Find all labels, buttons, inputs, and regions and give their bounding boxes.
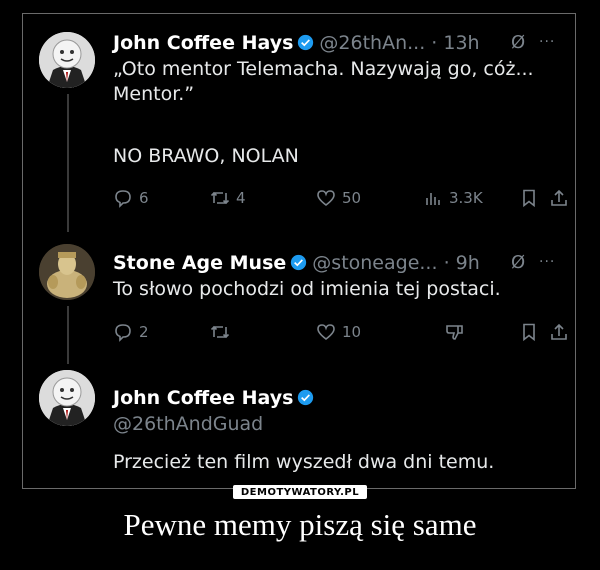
retweet-count: 4 xyxy=(236,189,246,207)
more-options-icon[interactable]: ··· xyxy=(539,34,555,50)
share-button[interactable] xyxy=(549,188,569,212)
reply-button[interactable]: 2 xyxy=(113,322,149,342)
share-button[interactable] xyxy=(549,322,569,346)
watermark-logo[interactable]: DEMOTYWATORY.PL xyxy=(232,485,368,499)
mute-icon[interactable]: Ø xyxy=(511,32,525,53)
meme-caption: Pewne memy piszą się same xyxy=(123,507,477,542)
tweet-1[interactable]: John Coffee Hays @26thAn... · 13h Ø ··· „… xyxy=(23,14,575,234)
view-count: 3.3K xyxy=(449,189,483,207)
display-name[interactable]: John Coffee Hays xyxy=(113,32,293,54)
bookmark-icon xyxy=(523,189,535,208)
dislike-button[interactable] xyxy=(445,322,465,346)
tweet-3[interactable]: John Coffee Hays @26thAndGuad Przecież t… xyxy=(23,364,575,490)
user-handle[interactable]: @stoneage... xyxy=(312,252,437,274)
share-icon xyxy=(551,323,567,340)
tweet-header: Stone Age Muse @stoneage... · 9h xyxy=(113,251,480,275)
tweet-text-line: „Oto mentor Telemacha. Nazywają go, cóż.… xyxy=(113,58,534,80)
heart-icon xyxy=(317,324,335,341)
like-count: 10 xyxy=(342,323,362,341)
thread-line xyxy=(67,94,69,232)
like-count: 50 xyxy=(342,189,362,207)
share-icon xyxy=(551,189,567,206)
thumbs-down-icon xyxy=(446,325,463,340)
tweet-text-line: NO BRAWO, NOLAN xyxy=(113,145,299,167)
avatar[interactable] xyxy=(39,370,95,426)
tweet-thread-frame: John Coffee Hays @26thAn... · 13h Ø ··· „… xyxy=(22,13,576,489)
reply-button[interactable]: 6 xyxy=(113,188,149,208)
tweet-text-line: Mentor.” xyxy=(113,83,195,105)
bookmark-button[interactable] xyxy=(519,322,539,346)
user-handle[interactable]: @26thAndGuad xyxy=(113,412,263,436)
tweet-2[interactable]: Stone Age Muse @stoneage... · 9h Ø ··· To… xyxy=(23,234,575,364)
timestamp[interactable]: 9h xyxy=(456,252,480,274)
separator-dot: · xyxy=(443,252,450,274)
reply-icon xyxy=(115,190,131,208)
bookmark-button[interactable] xyxy=(519,188,539,212)
verified-badge-icon xyxy=(298,34,314,51)
views-button[interactable]: 3.3K xyxy=(423,188,483,208)
more-options-icon[interactable]: ··· xyxy=(539,254,555,270)
reply-icon xyxy=(115,324,131,342)
reply-count: 6 xyxy=(139,189,149,207)
retweet-icon xyxy=(210,191,230,205)
tweet-text-line: To słowo pochodzi od imienia tej postaci… xyxy=(113,278,501,300)
watermark: DEMOTYWATORY.PL xyxy=(0,480,600,499)
verified-badge-icon xyxy=(298,389,314,406)
user-handle[interactable]: @26thAn... xyxy=(319,32,425,54)
separator-dot: · xyxy=(431,32,438,54)
verified-badge-icon xyxy=(291,254,307,271)
analytics-icon xyxy=(426,193,440,205)
like-button[interactable]: 50 xyxy=(316,188,361,208)
retweet-icon xyxy=(210,325,230,339)
heart-icon xyxy=(317,190,335,207)
tweet-text: Przecież ten film wyszedł dwa dni temu. xyxy=(113,451,495,473)
retweet-button[interactable]: 4 xyxy=(210,188,246,208)
tweet-header: John Coffee Hays @26thAn... · 13h xyxy=(113,31,480,55)
avatar[interactable] xyxy=(39,32,95,88)
like-button[interactable]: 10 xyxy=(316,322,361,342)
display-name[interactable]: John Coffee Hays xyxy=(113,387,293,409)
mute-icon[interactable]: Ø xyxy=(511,252,525,273)
tweet-header: John Coffee Hays xyxy=(113,386,319,410)
avatar[interactable] xyxy=(39,244,95,300)
retweet-button[interactable] xyxy=(210,322,236,342)
timestamp[interactable]: 13h xyxy=(443,32,479,54)
bookmark-icon xyxy=(523,323,535,342)
reply-count: 2 xyxy=(139,323,149,341)
thread-line xyxy=(67,306,69,364)
display-name[interactable]: Stone Age Muse xyxy=(113,252,286,274)
